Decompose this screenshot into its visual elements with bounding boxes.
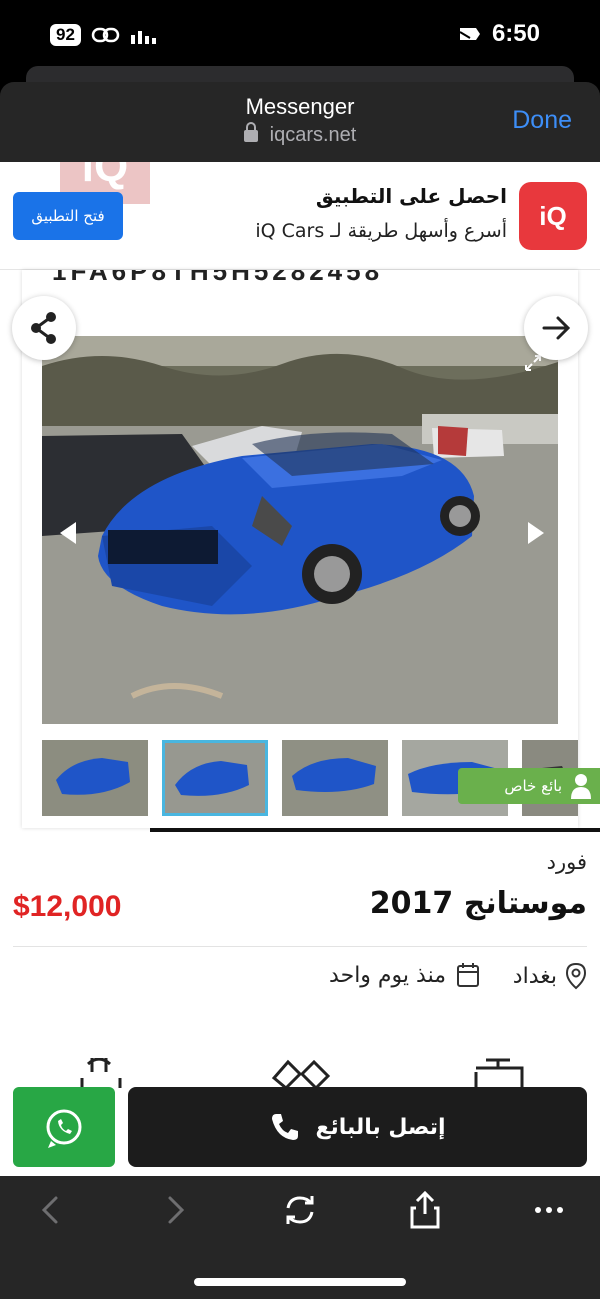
battery-badge: 92 bbox=[50, 24, 81, 46]
vin-heading: 1FA6P8TH5H5282458 bbox=[52, 270, 452, 282]
call-seller-label: إتصل بالبائع bbox=[315, 1114, 446, 1140]
arrow-right-icon bbox=[542, 316, 571, 340]
photo-gallery: 1FA6P8TH5H5282458 bbox=[22, 270, 578, 828]
car-price: $12,000 bbox=[13, 890, 122, 923]
home-indicator bbox=[194, 1278, 406, 1286]
divider bbox=[13, 946, 587, 947]
share-upload-icon[interactable] bbox=[400, 1190, 450, 1230]
signal-icon bbox=[130, 31, 156, 44]
person-icon bbox=[571, 774, 591, 799]
private-seller-badge: بائع خاص bbox=[458, 768, 600, 804]
engine-icon bbox=[474, 1058, 524, 1088]
status-left: 92 bbox=[50, 24, 157, 46]
banner-subtitle: أسرع وأسهل طريقة لـ iQ Cars bbox=[255, 220, 507, 242]
web-content: iQ فتح التطبيق iQ احصل على التطبيق أسرع … bbox=[0, 162, 600, 1176]
location-text: بغداد bbox=[512, 963, 557, 989]
status-right: 6:50 bbox=[456, 20, 540, 48]
calendar-icon bbox=[457, 963, 479, 987]
main-car-photo[interactable] bbox=[42, 336, 558, 724]
lock-icon bbox=[243, 121, 258, 142]
phone-icon bbox=[272, 1114, 299, 1140]
gallery-next-arrow[interactable] bbox=[528, 522, 544, 544]
refresh-icon[interactable] bbox=[275, 1190, 325, 1230]
seat-icon bbox=[80, 1058, 122, 1088]
forward-button[interactable] bbox=[524, 296, 588, 360]
car-brand: فورد bbox=[546, 850, 587, 874]
status-time: 6:50 bbox=[491, 20, 540, 47]
gallery-scroll-indicator bbox=[150, 828, 600, 832]
thumbnail-active[interactable] bbox=[162, 740, 268, 816]
car-model: موستانج 2017 bbox=[369, 886, 587, 921]
posted-text: منذ يوم واحد bbox=[329, 962, 446, 988]
whatsapp-button[interactable] bbox=[13, 1087, 115, 1167]
gallery-prev-arrow[interactable] bbox=[60, 522, 76, 544]
call-seller-button[interactable]: إتصل بالبائع bbox=[128, 1087, 587, 1167]
forward-chevron-icon[interactable] bbox=[150, 1190, 200, 1230]
messenger-header: Messenger iqcars.net Done bbox=[0, 82, 600, 162]
location-pin-icon bbox=[565, 962, 587, 990]
more-icon[interactable] bbox=[524, 1190, 574, 1230]
location-info: بغداد bbox=[513, 962, 587, 990]
open-app-button[interactable]: فتح التطبيق bbox=[13, 192, 123, 240]
url-text: iqcars.net bbox=[269, 124, 357, 146]
share-icon bbox=[31, 312, 56, 344]
done-button[interactable]: Done bbox=[512, 106, 572, 135]
share-button[interactable] bbox=[12, 296, 76, 360]
status-bar: 92 6:50 bbox=[0, 0, 600, 72]
whatsapp-icon bbox=[46, 1109, 82, 1148]
posted-info: منذ يوم واحد bbox=[329, 962, 480, 988]
thumbnail[interactable] bbox=[282, 740, 388, 816]
app-banner: iQ فتح التطبيق iQ احصل على التطبيق أسرع … bbox=[0, 162, 600, 270]
link-icon bbox=[91, 27, 120, 43]
seller-badge-label: بائع خاص bbox=[504, 777, 562, 795]
thumbnail[interactable] bbox=[42, 740, 148, 816]
back-chevron-icon[interactable] bbox=[26, 1190, 76, 1230]
banner-title: احصل على التطبيق bbox=[315, 184, 507, 208]
messenger-title: Messenger bbox=[245, 94, 355, 119]
car-photo-image bbox=[42, 336, 558, 724]
app-logo: iQ bbox=[519, 182, 587, 250]
moon-icon bbox=[459, 28, 480, 40]
url-label: iqcars.net bbox=[0, 121, 600, 147]
gear-shift-icon bbox=[271, 1059, 331, 1088]
